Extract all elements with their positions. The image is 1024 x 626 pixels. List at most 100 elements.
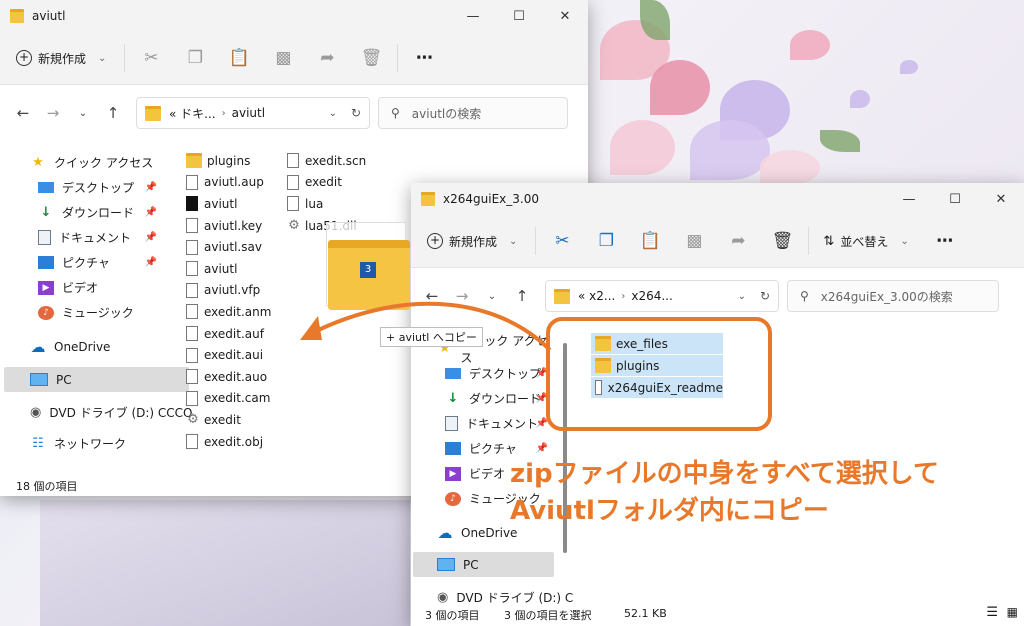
file-item[interactable]: lua [287,193,366,215]
nav-documents[interactable]: ドキュメント 📌 [411,411,556,436]
file-item-selected[interactable]: x264guiEx_readme [591,377,723,398]
search-icon: ⚲ [391,106,400,120]
status-item-count: 18 個の項目 [16,480,78,493]
file-item[interactable]: ⚙ exedit [186,409,271,431]
address-bar[interactable]: « x2... › x264... ⌄ ↻ [545,280,779,312]
file-icon [186,218,198,234]
file-item[interactable]: aviutl.vfp [186,280,271,302]
paste-icon[interactable]: 📋 [217,42,261,74]
nav-desktop[interactable]: デスクトップ 📌 [411,361,556,386]
address-bar[interactable]: « ドキ... › aviutl ⌄ ↻ [136,97,370,129]
rename-icon[interactable]: ▩ [672,225,716,257]
nav-downloads[interactable]: ↓ ダウンロード 📌 [411,386,556,411]
details-view-icon[interactable]: ☰ [986,605,998,620]
flower-decoration [690,120,770,180]
nav-onedrive[interactable]: ☁ OneDrive [0,334,165,359]
chevron-down-icon[interactable]: ⌄ [68,108,98,119]
chevron-down-icon[interactable]: ⌄ [477,291,507,302]
file-item[interactable]: exedit.anm [186,301,271,323]
file-icon [186,261,198,277]
dll-file-icon: ⚙ [288,218,300,234]
copy-icon[interactable]: ❐ [173,42,217,74]
file-item[interactable]: exedit.auo [186,366,271,388]
cut-icon[interactable]: ✂ [540,225,584,257]
rename-icon[interactable]: ▩ [261,42,305,74]
breadcrumb-current[interactable]: aviutl [232,106,265,120]
more-icon[interactable]: ⋯ [923,225,967,257]
nav-dvd[interactable]: ◉ DVD ドライブ (D:) CCCO [0,400,193,425]
sort-label: 並べ替え [840,234,889,249]
desktop-icon [445,368,461,379]
tiles-view-icon[interactable]: ▦ [1007,605,1018,619]
nav-pictures[interactable]: ピクチャ 📌 [0,250,165,275]
file-item-selected[interactable]: plugins [591,355,723,376]
file-item[interactable]: exedit [287,172,366,194]
search-input[interactable]: ⚲ aviutlの検索 [378,97,568,129]
nav-label: PC [56,372,72,387]
forward-arrow-icon[interactable]: → [447,287,477,305]
file-name: exedit.cam [204,391,271,406]
nav-network[interactable]: ☷ ネットワーク [0,431,165,456]
search-input[interactable]: ⚲ x264guiEx_3.00の検索 [787,280,999,312]
share-icon[interactable]: ➦ [716,225,760,257]
breadcrumb-parent[interactable]: « x2... [578,289,615,303]
nav-documents[interactable]: ドキュメント 📌 [0,225,165,250]
download-icon: ↓ [40,204,52,220]
chevron-down-icon[interactable]: ⌄ [329,108,337,119]
nav-pc[interactable]: PC [4,367,189,392]
back-arrow-icon[interactable]: ← [417,287,447,305]
file-item[interactable]: exedit.scn [287,150,366,172]
nav-label: ネットワーク [54,437,127,451]
minimize-button[interactable]: — [450,0,496,32]
cut-icon[interactable]: ✂ [129,42,173,74]
share-icon[interactable]: ➦ [305,42,349,74]
file-item[interactable]: exedit.auf [186,323,271,345]
sort-button[interactable]: ⇅ 並べ替え ⌄ [813,225,922,257]
pin-icon: 📌 [535,443,548,454]
paste-icon[interactable]: 📋 [628,225,672,257]
new-button[interactable]: + 新規作成 ⌄ [0,42,120,74]
file-item[interactable]: aviutl.aup [186,172,271,194]
nav-downloads[interactable]: ↓ ダウンロード 📌 [0,200,165,225]
nav-quick-access[interactable]: ★ クイック アクセス [0,150,165,175]
file-icon [186,304,198,320]
chevron-down-icon[interactable]: ⌄ [738,291,746,302]
up-arrow-icon[interactable]: ↑ [507,287,537,305]
maximize-button[interactable]: ☐ [932,183,978,215]
chevron-down-icon: ⌄ [98,52,107,64]
pin-icon: 📌 [535,418,548,429]
file-icon [287,196,299,212]
file-item[interactable]: exedit.cam [186,388,271,410]
file-item[interactable]: exedit.obj [186,431,271,453]
file-item[interactable]: aviutl [186,258,271,280]
more-icon[interactable]: ⋯ [402,42,446,74]
nav-videos[interactable]: ▶ ビデオ [0,275,165,300]
refresh-icon[interactable]: ↻ [351,106,361,120]
file-name: exedit.auf [204,326,264,341]
file-item[interactable]: aviutl.key [186,215,271,237]
back-arrow-icon[interactable]: ← [8,104,38,122]
up-arrow-icon[interactable]: ↑ [98,104,128,122]
close-button[interactable]: ✕ [542,0,588,32]
delete-icon[interactable]: 🗑 [349,42,393,74]
flower-decoration [790,30,830,60]
nav-desktop[interactable]: デスクトップ 📌 [0,175,165,200]
file-item[interactable]: aviutl [186,193,271,215]
breadcrumb-current[interactable]: x264... [631,289,672,303]
file-item[interactable]: aviutl.sav [186,236,271,258]
file-item[interactable]: exedit.aui [186,344,271,366]
maximize-button[interactable]: ☐ [496,0,542,32]
new-button[interactable]: + 新規作成 ⌄ [411,225,531,257]
forward-arrow-icon[interactable]: → [38,104,68,122]
close-button[interactable]: ✕ [978,183,1024,215]
nav-music[interactable]: ♪ ミュージック [0,300,165,325]
copy-icon[interactable]: ❐ [584,225,628,257]
breadcrumb-parent[interactable]: « ドキ... [169,105,216,122]
folder-icon [554,288,570,304]
file-item[interactable]: plugins [186,150,271,172]
delete-icon[interactable]: 🗑 [760,225,804,257]
refresh-icon[interactable]: ↻ [760,289,770,303]
nav-pc[interactable]: PC [413,552,554,577]
file-item-selected[interactable]: exe_files [591,333,723,354]
minimize-button[interactable]: — [886,183,932,215]
